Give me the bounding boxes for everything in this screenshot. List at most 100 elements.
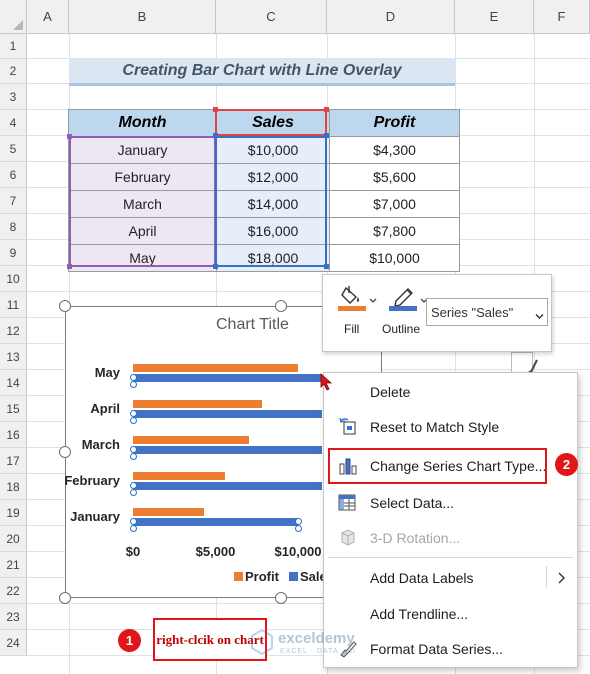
pen-outline-icon[interactable] [388,285,418,311]
cell-profit[interactable]: $7,800 [329,217,460,245]
column-header-c[interactable]: C [216,0,327,34]
x-tick-label: $10,000 [274,544,322,559]
reset-style-icon [338,417,358,436]
series-select[interactable]: Series "Sales" [426,298,548,326]
row-header-5[interactable]: 5 [0,136,27,162]
bar-sales-january[interactable] [133,518,298,526]
category-label-january[interactable]: January [20,509,120,524]
menu-item-delete[interactable]: Delete [324,375,576,409]
series-selection-handle[interactable] [130,417,137,424]
cell-profit[interactable]: $5,600 [329,163,460,191]
bar-sales-april[interactable] [133,410,322,418]
chevron-down-icon[interactable] [369,292,377,303]
range-handle[interactable] [213,133,218,138]
menu-item-reset-style[interactable]: Reset to Match Style [324,410,576,444]
row-header-10[interactable]: 10 [0,266,27,292]
menu-label-select-data: Select Data... [370,495,455,511]
column-header-d[interactable]: D [327,0,455,34]
range-handle[interactable] [324,133,329,138]
chart-resize-handle[interactable] [275,592,287,604]
category-label-march[interactable]: March [20,437,120,452]
row-header-21[interactable]: 21 [0,552,27,578]
bar-profit-february[interactable] [133,472,226,480]
select-all-triangle-icon [13,20,23,30]
bar-profit-january[interactable] [133,508,204,516]
column-header-f[interactable]: F [534,0,590,34]
watermark-logo-icon [251,628,273,656]
fill-label[interactable]: Fill [344,322,359,336]
category-label-may[interactable]: May [20,365,120,380]
bar-sales-may[interactable] [133,374,322,382]
selected-range-month [69,136,216,267]
row-header-12[interactable]: 12 [0,318,27,344]
range-handle[interactable] [324,107,329,112]
sheet-title[interactable]: Creating Bar Chart with Line Overlay [69,58,455,86]
row-header-7[interactable]: 7 [0,188,27,214]
series-selection-handle[interactable] [130,489,137,496]
row-header-24[interactable]: 24 [0,630,27,656]
selected-range-series-name [215,109,327,136]
chart-resize-handle[interactable] [275,300,287,312]
row-header-9[interactable]: 9 [0,240,27,266]
series-selection-handle[interactable] [130,381,137,388]
series-selection-handle[interactable] [130,518,137,525]
chevron-down-icon[interactable] [535,308,544,319]
menu-label-data-labels: Add Data Labels [370,570,474,586]
menu-item-3d-rotation: 3-D Rotation... [324,521,576,555]
row-header-22[interactable]: 22 [0,578,27,604]
cell-profit[interactable]: $10,000 [329,244,460,272]
chart-resize-handle[interactable] [59,300,71,312]
chart-title[interactable]: Chart Title [216,316,336,338]
column-header-a[interactable]: A [27,0,69,34]
bar-sales-february[interactable] [133,482,322,490]
bar-profit-april[interactable] [133,400,262,408]
legend-label-profit[interactable]: Profit [245,569,279,584]
cell-profit[interactable]: $7,000 [329,190,460,218]
menu-item-add-data-labels[interactable]: Add Data Labels [324,561,576,595]
menu-label-delete: Delete [370,384,411,400]
row-header-8[interactable]: 8 [0,214,27,240]
paint-bucket-icon[interactable] [337,285,367,311]
series-selection-handle[interactable] [130,525,137,532]
header-month[interactable]: Month [68,109,217,137]
column-header-b[interactable]: B [69,0,216,34]
series-selection-handle[interactable] [130,374,137,381]
watermark-brand: exceldemy [278,630,355,647]
column-header-e[interactable]: E [455,0,534,34]
range-handle[interactable] [324,264,329,269]
cell-profit[interactable]: $4,300 [329,136,460,164]
x-tick-label: $5,000 [195,544,236,559]
row-header-1[interactable]: 1 [0,34,27,59]
row-header-6[interactable]: 6 [0,162,27,188]
bar-profit-march[interactable] [133,436,249,444]
row-header-4[interactable]: 4 [0,110,27,136]
series-selection-handle[interactable] [295,518,302,525]
row-header-3[interactable]: 3 [0,84,27,110]
series-selection-handle[interactable] [130,410,137,417]
menu-item-select-data[interactable]: Select Data... [324,486,576,520]
menu-label-3d-rotation: 3-D Rotation... [370,530,461,546]
range-handle[interactable] [67,134,72,139]
bar-sales-march[interactable] [133,446,322,454]
range-handle[interactable] [213,264,218,269]
row-header-2[interactable]: 2 [0,59,27,84]
menu-label-format-series: Format Data Series... [370,641,504,657]
chart-resize-handle[interactable] [59,592,71,604]
series-selection-handle[interactable] [130,482,137,489]
range-handle[interactable] [213,107,218,112]
series-selection-handle[interactable] [130,453,137,460]
series-selection-handle[interactable] [295,525,302,532]
chevron-right-icon[interactable] [556,571,566,584]
outline-label[interactable]: Outline [382,322,420,336]
bar-profit-may[interactable] [133,364,298,372]
header-profit[interactable]: Profit [329,109,460,137]
row-header-11[interactable]: 11 [0,292,27,318]
category-label-april[interactable]: April [20,401,120,416]
series-selection-handle[interactable] [130,446,137,453]
row-header-23[interactable]: 23 [0,604,27,630]
range-handle[interactable] [67,264,72,269]
menu-separator [328,557,573,558]
row-header-20[interactable]: 20 [0,526,27,552]
x-tick-label: $0 [125,544,141,559]
category-label-february[interactable]: February [20,473,120,488]
